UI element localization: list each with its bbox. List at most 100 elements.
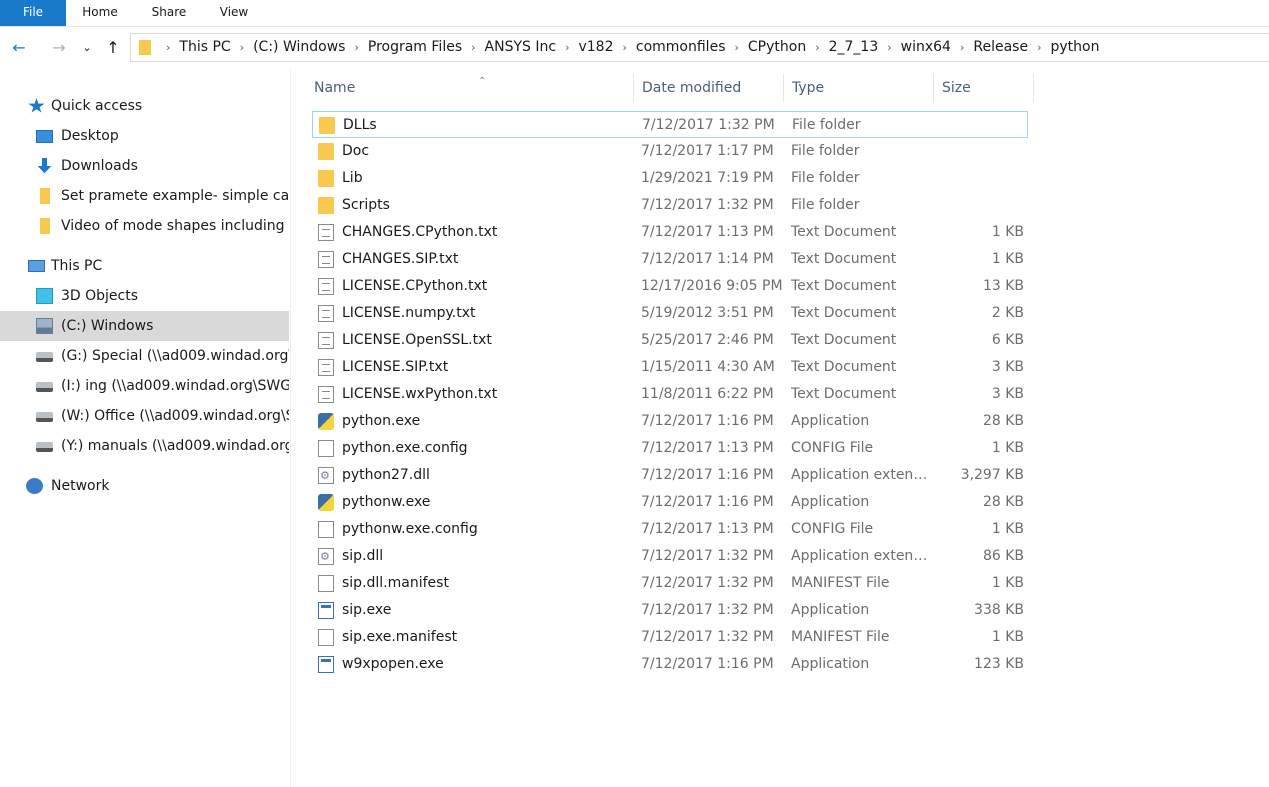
file-date: 1/29/2021 7:19 PM xyxy=(641,170,774,186)
breadcrumb-item[interactable]: ANSYS Inc xyxy=(485,34,557,61)
file-row[interactable]: Lib 1/29/2021 7:19 PM File folder xyxy=(312,165,1028,192)
download-icon xyxy=(37,158,52,174)
file-date: 7/12/2017 1:32 PM xyxy=(641,602,774,618)
chevron-right-icon[interactable]: › xyxy=(166,34,170,61)
sidebar-item[interactable]: Quick access xyxy=(0,91,289,121)
sidebar-item[interactable]: (G:) Special (\\ad009.windad.org\S xyxy=(0,341,289,371)
recent-locations-chevron-icon[interactable]: ⌄ xyxy=(78,36,96,60)
chevron-right-icon[interactable]: › xyxy=(887,34,891,61)
column-header-name[interactable]: ⌃ Name xyxy=(306,74,634,102)
file-row[interactable]: sip.exe.manifest 7/12/2017 1:32 PM MANIFES… xyxy=(312,624,1028,651)
file-row[interactable]: LICENSE.OpenSSL.txt 5/25/2017 2:46 PM Text… xyxy=(312,327,1028,354)
file-row[interactable]: Doc 7/12/2017 1:17 PM File folder xyxy=(312,138,1028,165)
file-name: sip.dll xyxy=(342,548,384,564)
sidebar-item[interactable]: (W:) Office (\\ad009.windad.org\S\ xyxy=(0,401,289,431)
chevron-right-icon[interactable]: › xyxy=(815,34,819,61)
breadcrumb-item[interactable]: Release xyxy=(973,34,1028,61)
chevron-right-icon[interactable]: › xyxy=(622,34,626,61)
file-date: 7/12/2017 1:13 PM xyxy=(641,521,774,537)
breadcrumb-item[interactable]: This PC xyxy=(179,34,230,61)
chevron-right-icon[interactable]: › xyxy=(565,34,569,61)
sidebar-item-label: This PC xyxy=(51,258,103,274)
sidebar-item[interactable]: Set pramete example- simple cant xyxy=(0,181,289,211)
file-type: Text Document xyxy=(791,251,897,267)
tab-share[interactable]: Share xyxy=(140,0,198,26)
tab-view[interactable]: View xyxy=(208,0,260,26)
sidebar-item[interactable]: (I:) ing (\\ad009.windad.org\SWGP xyxy=(0,371,289,401)
column-header-size[interactable]: Size xyxy=(934,74,1034,102)
file-type: File folder xyxy=(791,170,860,186)
sidebar-item[interactable]: Video of mode shapes including C xyxy=(0,211,289,241)
column-header-date[interactable]: Date modified xyxy=(634,74,784,102)
tab-home[interactable]: Home xyxy=(70,0,130,26)
back-arrow-icon[interactable]: ← xyxy=(8,36,30,60)
breadcrumb-item[interactable]: commonfiles xyxy=(636,34,726,61)
file-type: File folder xyxy=(791,143,860,159)
breadcrumb-item[interactable]: v182 xyxy=(578,34,613,61)
sidebar-item-label: (G:) Special (\\ad009.windad.org\S xyxy=(61,348,289,364)
file-size: 1 KB xyxy=(991,575,1024,591)
breadcrumb-item[interactable]: CPython xyxy=(748,34,806,61)
file-type: File folder xyxy=(792,117,861,133)
file-row[interactable]: pythonw.exe.config 7/12/2017 1:13 PM CONFI… xyxy=(312,516,1028,543)
file-date: 7/12/2017 1:32 PM xyxy=(642,117,775,133)
file-row[interactable]: python27.dll 7/12/2017 1:16 PM Application… xyxy=(312,462,1028,489)
file-row[interactable]: LICENSE.CPython.txt 12/17/2016 9:05 PM Tex… xyxy=(312,273,1028,300)
breadcrumb-item[interactable]: 2_7_13 xyxy=(829,34,879,61)
breadcrumb-item[interactable]: python xyxy=(1050,34,1099,61)
network-drive-icon xyxy=(36,412,53,422)
file-row[interactable]: sip.dll 7/12/2017 1:32 PM Application exte… xyxy=(312,543,1028,570)
sidebar-item[interactable]: (Y:) manuals (\\ad009.windad.org\S xyxy=(0,431,289,461)
sidebar-item[interactable]: Network xyxy=(0,471,289,501)
file-row[interactable]: w9xpopen.exe 7/12/2017 1:16 PM Application… xyxy=(312,651,1028,678)
file-date: 7/12/2017 1:14 PM xyxy=(641,251,774,267)
chevron-right-icon[interactable]: › xyxy=(734,34,738,61)
breadcrumb-item[interactable]: (C:) Windows xyxy=(253,34,345,61)
breadcrumb-item[interactable]: winx64 xyxy=(901,34,951,61)
sidebar-item-label: 3D Objects xyxy=(61,288,139,304)
file-row[interactable]: sip.dll.manifest 7/12/2017 1:32 PM MANIFES… xyxy=(312,570,1028,597)
file-row[interactable]: python.exe 7/12/2017 1:16 PM Application 28… xyxy=(312,408,1028,435)
sort-ascending-icon: ⌃ xyxy=(478,76,487,87)
file-date: 7/12/2017 1:16 PM xyxy=(641,656,774,672)
python-icon xyxy=(318,494,334,511)
text-document-icon xyxy=(318,224,334,241)
file-row[interactable]: DLLs 7/12/2017 1:32 PM File folder xyxy=(312,111,1028,138)
sidebar-item[interactable]: 3D Objects xyxy=(0,281,289,311)
chevron-right-icon[interactable]: › xyxy=(240,34,244,61)
file-row[interactable]: CHANGES.CPython.txt 7/12/2017 1:13 PM Text… xyxy=(312,219,1028,246)
column-header-type[interactable]: Type xyxy=(784,74,934,102)
chevron-right-icon[interactable]: › xyxy=(1037,34,1041,61)
address-bar[interactable]: › This PC › (C:) Windows › Program Files › ANSY… xyxy=(130,33,1269,62)
chevron-right-icon[interactable]: › xyxy=(960,34,964,61)
navigation-bar: ← → ⌄ ↑ › This PC › (C:) Windows › Program Fi… xyxy=(0,27,1269,69)
file-name: Lib xyxy=(342,170,363,186)
tab-file[interactable]: File xyxy=(0,0,66,26)
file-row[interactable]: LICENSE.SIP.txt 1/15/2011 4:30 AM Text Doc… xyxy=(312,354,1028,381)
sidebar-item[interactable]: Desktop xyxy=(0,121,289,151)
star-icon xyxy=(28,98,45,113)
file-row[interactable]: LICENSE.numpy.txt 5/19/2012 3:51 PM Text D… xyxy=(312,300,1028,327)
chevron-right-icon[interactable]: › xyxy=(471,34,475,61)
sidebar-item[interactable]: This PC xyxy=(0,251,289,281)
file-row[interactable]: CHANGES.SIP.txt 7/12/2017 1:14 PM Text Doc… xyxy=(312,246,1028,273)
up-arrow-icon[interactable]: ↑ xyxy=(102,36,124,60)
file-size: 3,297 KB xyxy=(960,467,1024,483)
breadcrumb-item[interactable]: Program Files xyxy=(368,34,462,61)
dll-icon xyxy=(318,543,334,570)
file-date: 7/12/2017 1:32 PM xyxy=(641,629,774,645)
file-row[interactable]: sip.exe 7/12/2017 1:32 PM Application 338 K… xyxy=(312,597,1028,624)
file-row[interactable]: pythonw.exe 7/12/2017 1:16 PM Application 2… xyxy=(312,489,1028,516)
sidebar-item[interactable]: Downloads xyxy=(0,151,289,181)
forward-arrow-icon[interactable]: → xyxy=(48,36,70,60)
file-row[interactable]: Scripts 7/12/2017 1:32 PM File folder xyxy=(312,192,1028,219)
file-size: 1 KB xyxy=(991,440,1024,456)
file-row[interactable]: LICENSE.wxPython.txt 11/8/2011 6:22 PM Tex… xyxy=(312,381,1028,408)
application-icon xyxy=(318,602,334,619)
chevron-right-icon[interactable]: › xyxy=(354,34,358,61)
file-name: CHANGES.CPython.txt xyxy=(342,224,498,240)
file-row[interactable]: python.exe.config 7/12/2017 1:13 PM CONFIG… xyxy=(312,435,1028,462)
sidebar-item[interactable]: (C:) Windows xyxy=(0,311,289,341)
file-type: CONFIG File xyxy=(791,521,874,537)
file-name: Doc xyxy=(342,143,370,159)
